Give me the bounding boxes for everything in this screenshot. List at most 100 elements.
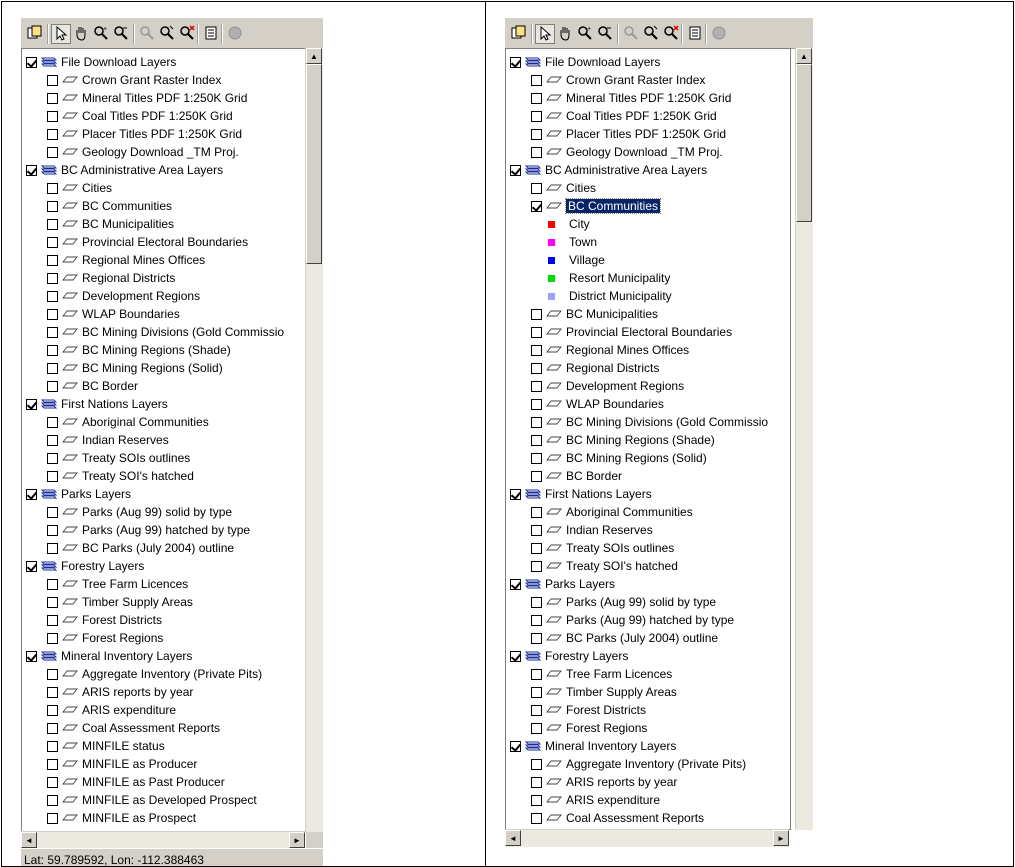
layer-checkbox[interactable] <box>47 200 58 212</box>
layer-checkbox[interactable] <box>531 362 542 374</box>
layer-checkbox[interactable] <box>47 308 58 320</box>
layer-checkbox[interactable] <box>47 758 58 770</box>
layer-row[interactable]: Regional Mines Offices <box>510 341 790 359</box>
layer-checkbox[interactable] <box>531 92 542 104</box>
legend-button[interactable] <box>685 24 705 44</box>
layer-row[interactable]: MINFILE as Prospect <box>26 809 306 827</box>
layer-row[interactable]: Regional Districts <box>510 359 790 377</box>
layer-checkbox[interactable] <box>531 128 542 140</box>
layer-checkbox[interactable] <box>47 290 58 302</box>
layer-checkbox[interactable] <box>531 776 542 788</box>
layer-checkbox[interactable] <box>47 344 58 356</box>
layer-checkbox[interactable] <box>531 416 542 428</box>
layer-checkbox[interactable] <box>531 614 542 626</box>
layer-row[interactable]: Provincial Electoral Boundaries <box>26 233 306 251</box>
layer-checkbox[interactable] <box>47 632 58 644</box>
zoom-previous-button[interactable] <box>621 24 641 44</box>
layer-checkbox[interactable] <box>510 740 521 752</box>
layer-checkbox[interactable] <box>26 488 37 500</box>
layer-row[interactable]: Regional Mines Offices <box>26 251 306 269</box>
layer-checkbox[interactable] <box>47 470 58 482</box>
layer-row[interactable]: Regional Districts <box>26 269 306 287</box>
layer-group-row[interactable]: Forestry Layers <box>26 557 306 575</box>
layer-checkbox[interactable] <box>531 686 542 698</box>
layer-checkbox[interactable] <box>47 110 58 122</box>
layer-row[interactable]: Placer Titles PDF 1:250K Grid <box>26 125 306 143</box>
layer-row[interactable]: BC Municipalities <box>26 215 306 233</box>
layer-checkbox[interactable] <box>47 218 58 230</box>
layer-checkbox[interactable] <box>531 146 542 158</box>
layer-row[interactable]: BC Parks (July 2004) outline <box>510 629 790 647</box>
layer-checkbox[interactable] <box>47 704 58 716</box>
layer-checkbox[interactable] <box>47 686 58 698</box>
layer-row[interactable]: Parks (Aug 99) hatched by type <box>510 611 790 629</box>
layer-row[interactable]: MINFILE as Producer <box>26 755 306 773</box>
layer-checkbox[interactable] <box>531 668 542 680</box>
layer-checkbox[interactable] <box>26 164 37 176</box>
layer-checkbox[interactable] <box>47 740 58 752</box>
layer-checkbox[interactable] <box>47 128 58 140</box>
layer-row[interactable]: Placer Titles PDF 1:250K Grid <box>510 125 790 143</box>
layer-row[interactable]: ARIS expenditure <box>26 701 306 719</box>
layer-checkbox[interactable] <box>531 632 542 644</box>
layer-checkbox[interactable] <box>510 578 521 590</box>
layer-row[interactable]: BC Parks (July 2004) outline <box>26 539 306 557</box>
layer-checkbox[interactable] <box>47 506 58 518</box>
stop-button[interactable] <box>225 24 245 44</box>
layer-checkbox[interactable] <box>47 578 58 590</box>
layer-checkbox[interactable] <box>531 524 542 536</box>
vertical-scrollbar-right[interactable]: ▲ <box>795 48 813 830</box>
layer-checkbox[interactable] <box>47 452 58 464</box>
layer-checkbox[interactable] <box>47 92 58 104</box>
layer-row[interactable]: Mineral Titles PDF 1:250K Grid <box>510 89 790 107</box>
zoom-extent-button[interactable] <box>641 24 661 44</box>
layer-checkbox[interactable] <box>531 398 542 410</box>
zoom-out-button[interactable] <box>595 24 615 44</box>
layer-checkbox[interactable] <box>531 434 542 446</box>
layer-row[interactable]: MINFILE as Developed Prospect <box>26 791 306 809</box>
layer-group-row[interactable]: Forestry Layers <box>510 647 790 665</box>
layer-group-row[interactable]: First Nations Layers <box>26 395 306 413</box>
layer-row[interactable]: BC Communities <box>510 197 790 215</box>
pan-hand-button[interactable] <box>71 24 91 44</box>
layer-row[interactable]: BC Border <box>26 377 306 395</box>
layer-row[interactable]: BC Municipalities <box>510 305 790 323</box>
layer-checkbox[interactable] <box>47 362 58 374</box>
layer-row[interactable]: ARIS reports by year <box>26 683 306 701</box>
layer-row[interactable]: Treaty SOIs outlines <box>510 539 790 557</box>
scroll-up-button[interactable]: ▲ <box>306 48 322 64</box>
layer-checkbox[interactable] <box>531 380 542 392</box>
layer-row[interactable]: Geology Download _TM Proj. <box>510 143 790 161</box>
layer-checkbox[interactable] <box>531 344 542 356</box>
layer-row[interactable]: Forest Regions <box>26 629 306 647</box>
layer-group-row[interactable]: BC Administrative Area Layers <box>26 161 306 179</box>
layer-row[interactable]: Crown Grant Raster Index <box>26 71 306 89</box>
layer-row[interactable]: Aboriginal Communities <box>510 503 790 521</box>
layer-row[interactable]: Aggregate Inventory (Private Pits) <box>510 755 790 773</box>
layer-row[interactable]: BC Mining Regions (Shade) <box>510 431 790 449</box>
select-arrow-button[interactable] <box>51 24 71 44</box>
scroll-left-button[interactable]: ◄ <box>21 832 37 848</box>
layer-row[interactable]: MINFILE as Past Producer <box>26 773 306 791</box>
layer-checkbox[interactable] <box>531 812 542 824</box>
layer-group-row[interactable]: File Download Layers <box>510 53 790 71</box>
layer-row[interactable]: Treaty SOIs outlines <box>26 449 306 467</box>
layer-checkbox[interactable] <box>47 794 58 806</box>
copy-layers-button[interactable] <box>509 24 529 44</box>
layer-checkbox[interactable] <box>47 722 58 734</box>
layer-row[interactable]: BC Border <box>510 467 790 485</box>
layer-checkbox[interactable] <box>531 596 542 608</box>
layer-checkbox[interactable] <box>510 56 521 68</box>
layer-checkbox[interactable] <box>26 398 37 410</box>
scroll-thumb[interactable] <box>306 64 322 264</box>
layer-row[interactable]: Timber Supply Areas <box>510 683 790 701</box>
layer-checkbox[interactable] <box>26 56 37 68</box>
layer-row[interactable]: BC Mining Regions (Solid) <box>510 449 790 467</box>
layer-group-row[interactable]: Mineral Inventory Layers <box>510 737 790 755</box>
layer-checkbox[interactable] <box>47 182 58 194</box>
layer-checkbox[interactable] <box>47 326 58 338</box>
layer-row[interactable]: Timber Supply Areas <box>26 593 306 611</box>
layer-checkbox[interactable] <box>531 110 542 122</box>
layer-row[interactable]: Forest Regions <box>510 719 790 737</box>
layer-checkbox[interactable] <box>531 506 542 518</box>
